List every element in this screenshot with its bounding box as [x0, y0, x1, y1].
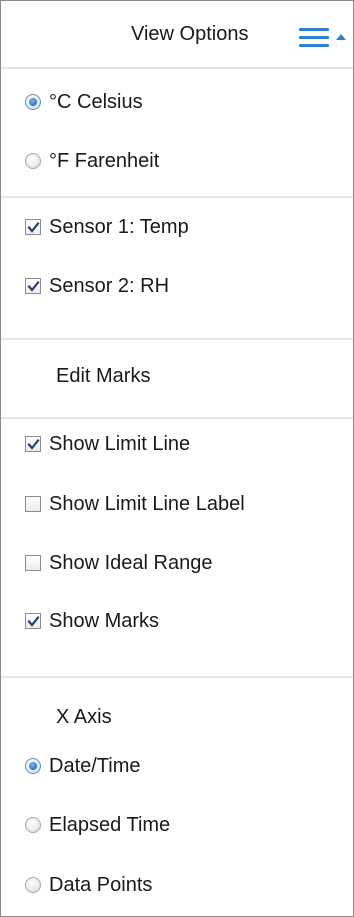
divider	[1, 67, 353, 69]
radio-celsius[interactable]: °C Celsius	[25, 87, 143, 117]
view-options-panel: View Options °C Celsius °F Farenheit Sen…	[0, 0, 354, 917]
checkbox-show-limit-line-label[interactable]: Show Limit Line Label	[25, 489, 245, 519]
radio-selected-icon[interactable]	[25, 758, 41, 774]
checkbox-label: Show Limit Line	[49, 432, 191, 455]
hamburger-menu-icon[interactable]	[299, 25, 351, 51]
divider	[1, 417, 353, 419]
radio-unselected-icon[interactable]	[25, 877, 41, 893]
radio-selected-icon[interactable]	[25, 94, 41, 110]
checkbox-checked-icon[interactable]	[25, 219, 41, 235]
divider	[1, 676, 353, 678]
checkbox-label: Show Limit Line Label	[49, 492, 245, 515]
radio-unselected-icon[interactable]	[25, 817, 41, 833]
checkbox-unchecked-icon[interactable]	[25, 555, 41, 571]
checkbox-unchecked-icon[interactable]	[25, 496, 41, 512]
checkbox-show-marks[interactable]: Show Marks	[25, 606, 159, 636]
checkbox-sensor-1[interactable]: Sensor 1: Temp	[25, 212, 189, 242]
checkbox-show-ideal-range[interactable]: Show Ideal Range	[25, 548, 212, 578]
checkbox-label: Sensor 2: RH	[49, 274, 170, 297]
radio-label: °F Farenheit	[49, 149, 160, 172]
checkbox-label: Sensor 1: Temp	[49, 215, 189, 238]
radio-label: °C Celsius	[49, 90, 143, 113]
checkbox-checked-icon[interactable]	[25, 278, 41, 294]
checkbox-sensor-2[interactable]: Sensor 2: RH	[25, 271, 169, 301]
x-axis-heading: X Axis	[56, 705, 112, 728]
checkbox-checked-icon[interactable]	[25, 436, 41, 452]
radio-elapsed-time[interactable]: Elapsed Time	[25, 810, 170, 840]
radio-label: Date/Time	[49, 754, 141, 777]
checkbox-show-limit-line[interactable]: Show Limit Line	[25, 429, 190, 459]
radio-date-time[interactable]: Date/Time	[25, 751, 141, 781]
checkbox-label: Show Ideal Range	[49, 551, 213, 574]
radio-label: Elapsed Time	[49, 813, 171, 836]
radio-data-points[interactable]: Data Points	[25, 870, 152, 900]
radio-label: Data Points	[49, 873, 153, 896]
panel-title: View Options	[131, 23, 249, 45]
radio-fahrenheit[interactable]: °F Farenheit	[25, 146, 159, 176]
radio-unselected-icon[interactable]	[25, 153, 41, 169]
divider	[1, 338, 353, 340]
edit-marks-link[interactable]: Edit Marks	[56, 361, 150, 391]
checkbox-checked-icon[interactable]	[25, 613, 41, 629]
checkbox-label: Show Marks	[49, 609, 160, 632]
caret-up-icon	[336, 34, 346, 40]
divider	[1, 196, 353, 198]
panel-header: View Options	[1, 1, 353, 67]
